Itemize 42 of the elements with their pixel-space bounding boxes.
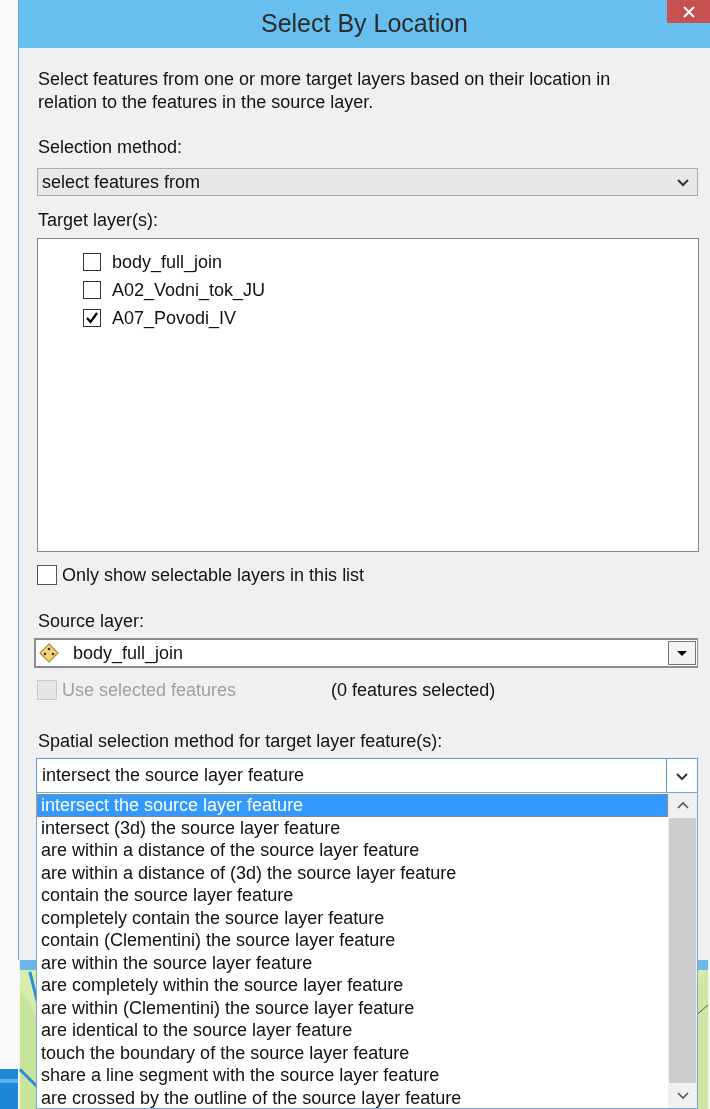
list-option[interactable]: are crossed by the outline of the source layer feature (37, 1086, 668, 1109)
caret-icon[interactable] (676, 649, 688, 657)
checkbox[interactable] (37, 565, 57, 585)
checkbox-label: Use selected features (62, 679, 237, 701)
field-label: Spatial selection method for target layer feature(s): (38, 730, 444, 752)
list-option[interactable]: are completely within the source layer feature (37, 974, 668, 997)
description-text: Select features from one or more target layers based on their location in relation to the features in the source layer. (38, 68, 612, 114)
layer-name: A02_Vodni_tok_JU (112, 279, 266, 301)
source-layer-dropdown[interactable]: body_full_join (34, 638, 698, 668)
layer-name: body_full_join (112, 251, 223, 273)
window-title: Select By Location (260, 9, 469, 38)
layer-icon (39, 643, 59, 663)
list-option[interactable]: touch the boundary of the source layer feature (37, 1041, 668, 1064)
taskbar-tile (0, 1069, 18, 1109)
list-option[interactable]: share a line segment with the source layer feature (37, 1064, 668, 1087)
dropdown-button[interactable] (668, 641, 696, 665)
checkbox-label: Only show selectable layers in this list (62, 564, 365, 586)
list-option[interactable]: are within a distance of the source layer feature (37, 839, 668, 862)
list-option[interactable]: are identical to the source layer feature (37, 1019, 668, 1042)
list-option[interactable]: contain the source layer feature (37, 884, 668, 907)
scroll-up-icon[interactable] (676, 801, 689, 810)
list-option[interactable]: contain (Clementini) the source layer feature (37, 929, 668, 952)
checkbox[interactable] (83, 253, 101, 271)
list-option[interactable]: completely contain the source layer feature (37, 906, 668, 929)
scrollbar-thumb[interactable] (669, 818, 696, 1083)
checkbox[interactable] (83, 281, 101, 299)
list-option[interactable]: intersect (3d) the source layer feature (37, 816, 668, 839)
list-option[interactable]: are within (Clementini) the source layer feature (37, 996, 668, 1019)
layer-name: A07_Povodi_IV (112, 307, 237, 329)
field-label: Selection method: (38, 136, 184, 158)
checkbox[interactable] (83, 309, 101, 327)
spatial-method-dropdown[interactable]: intersect the source layer feature (36, 758, 698, 793)
field-label: Target layer(s): (38, 209, 160, 231)
selection-count: (0 features selected) (331, 679, 496, 701)
field-label: Source layer: (38, 610, 146, 632)
close-icon[interactable] (682, 5, 695, 18)
scroll-down-icon[interactable] (676, 1091, 689, 1100)
list-option[interactable]: are within a distance of (3d) the source layer feature (37, 861, 668, 884)
scrollbar[interactable] (668, 793, 697, 1108)
close-button[interactable] (667, 0, 710, 23)
list-option[interactable]: are within the source layer feature (37, 951, 668, 974)
chevron-icon (676, 176, 690, 188)
